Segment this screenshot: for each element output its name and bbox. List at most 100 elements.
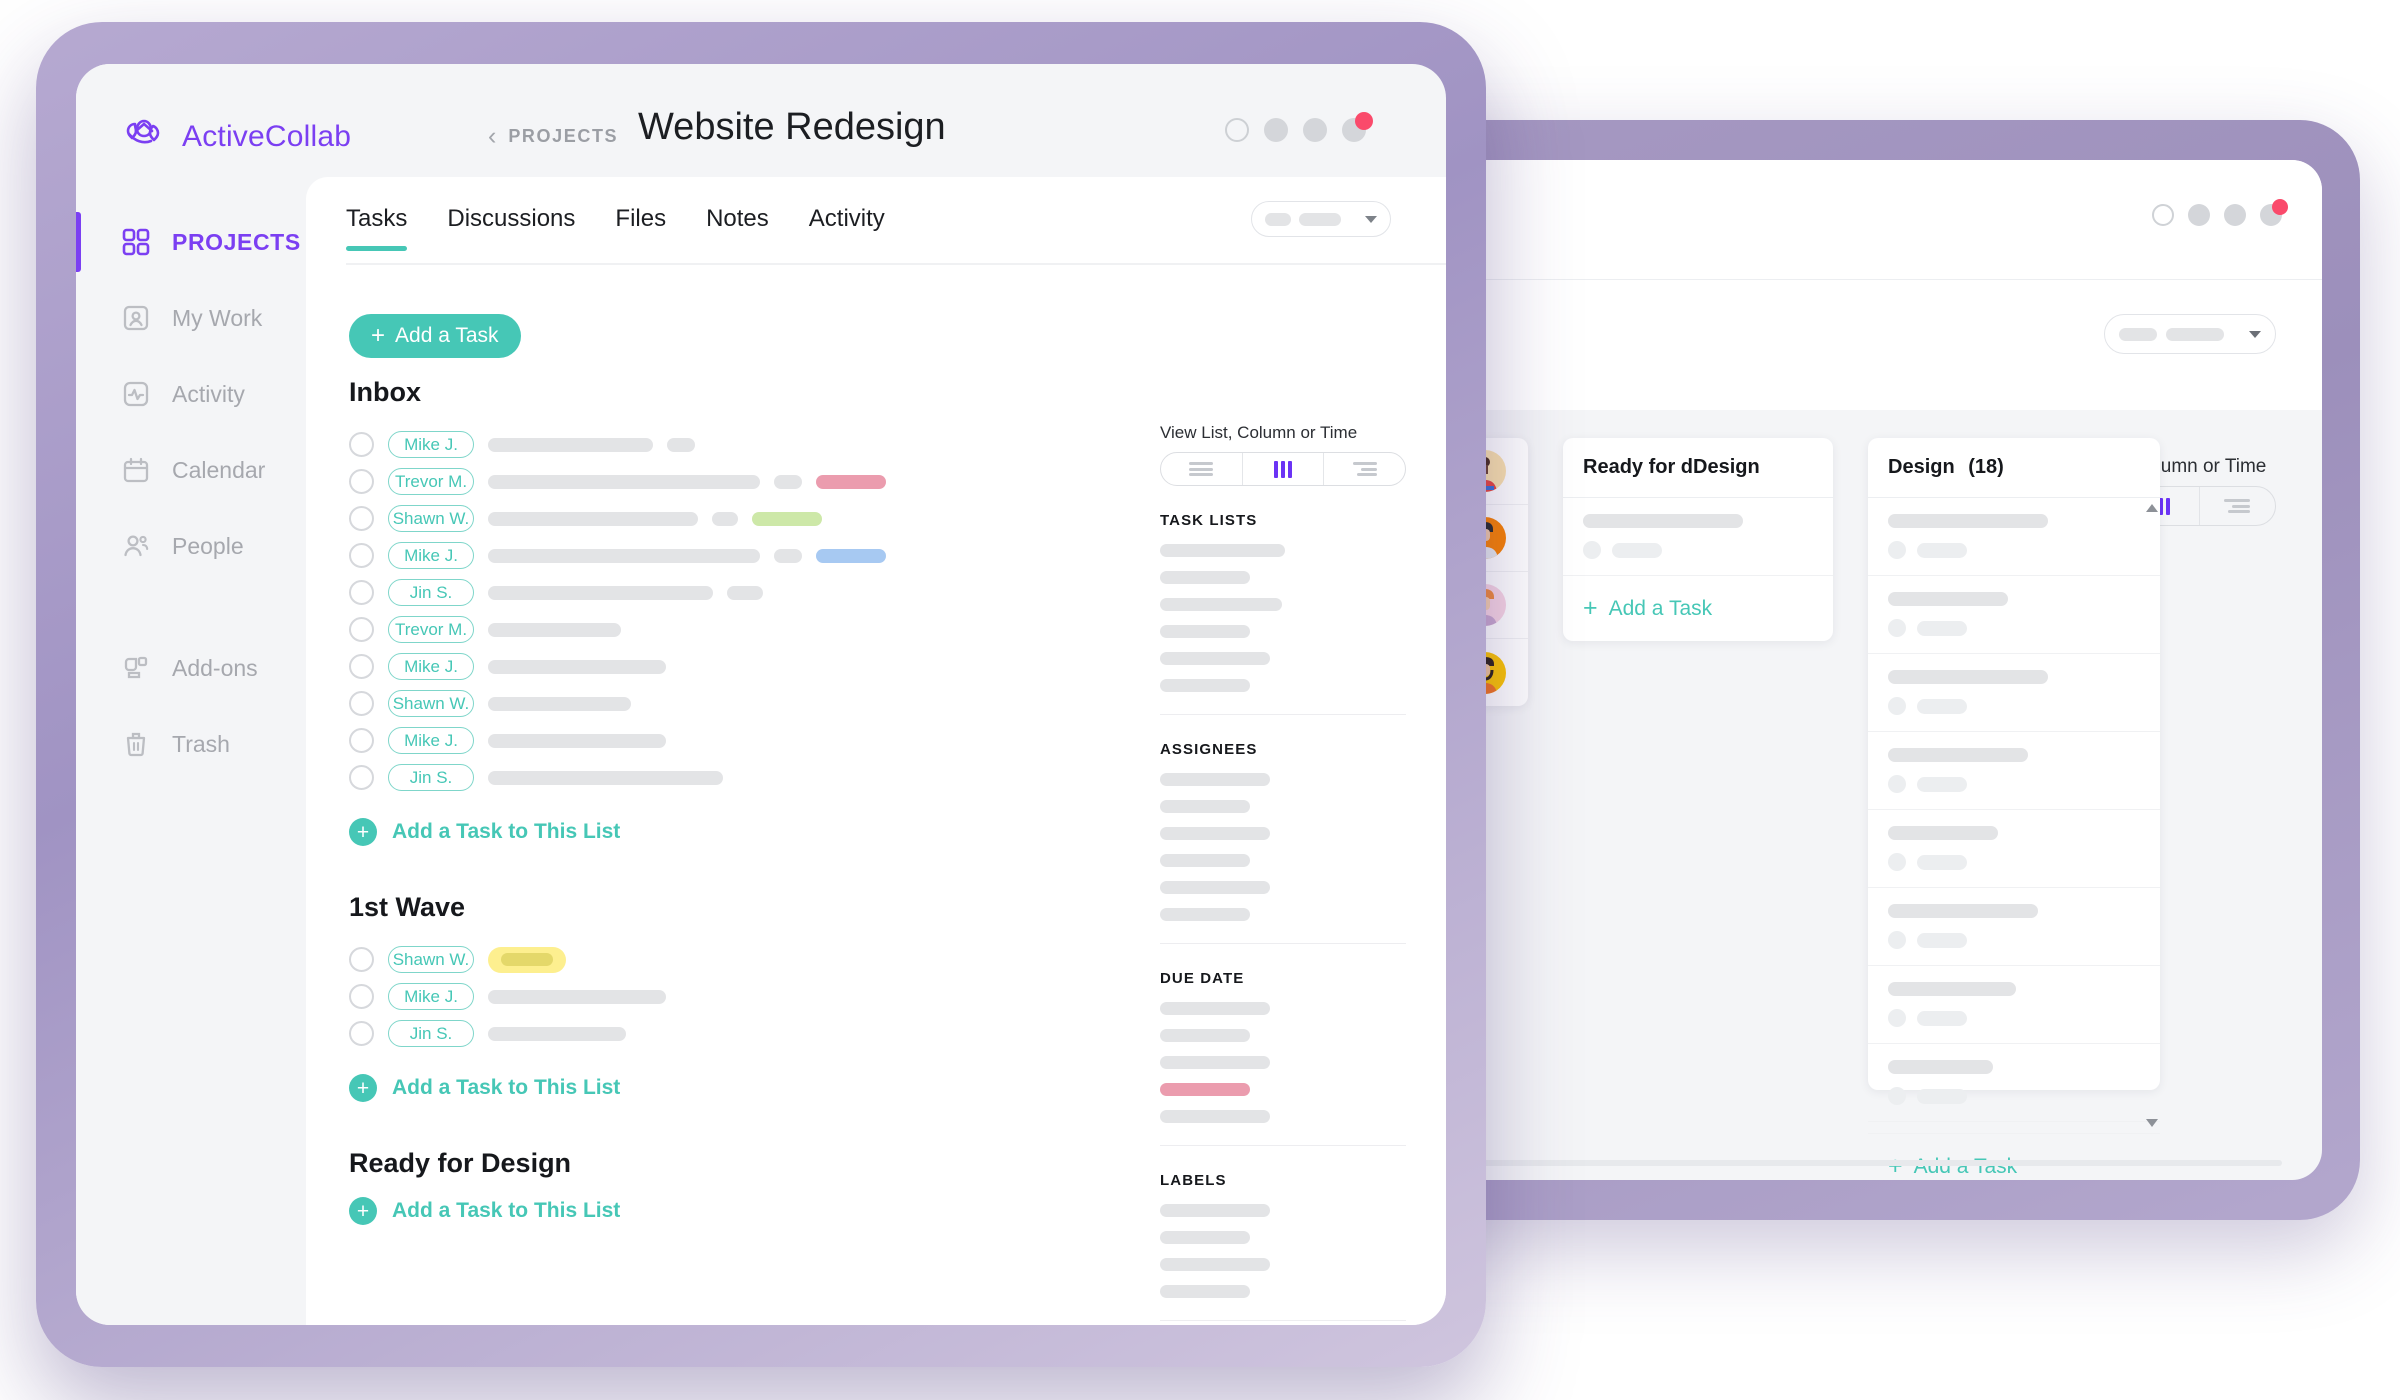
table-row[interactable]: Trevor M. xyxy=(349,463,1066,500)
scroll-down-arrow-icon[interactable] xyxy=(2146,1119,2158,1127)
add-task-to-list-inbox[interactable]: + Add a Task to This List xyxy=(349,818,1066,846)
tab-files[interactable]: Files xyxy=(615,205,666,251)
back-task-card[interactable] xyxy=(1868,966,2160,1044)
scroll-up-arrow-icon[interactable] xyxy=(2146,504,2158,512)
back-task-card[interactable] xyxy=(1868,654,2160,732)
filter-option[interactable] xyxy=(1160,1002,1270,1015)
filter-option[interactable] xyxy=(1160,1204,1270,1217)
filter-option[interactable] xyxy=(1160,1110,1270,1123)
add-task-button[interactable]: + Add a Task xyxy=(349,314,521,358)
assignee-chip[interactable]: Shawn W. xyxy=(388,690,474,717)
task-checkbox[interactable] xyxy=(349,580,374,605)
tab-activity[interactable]: Activity xyxy=(809,205,885,251)
filter-option[interactable] xyxy=(1160,571,1250,584)
assignee-chip[interactable]: Jin S. xyxy=(388,1020,474,1047)
back-task-card[interactable] xyxy=(1868,1122,2160,1133)
table-row[interactable]: Jin S. xyxy=(349,1015,1066,1052)
back-task-card[interactable] xyxy=(1868,888,2160,966)
task-checkbox[interactable] xyxy=(349,947,374,972)
add-task-to-list-1st-wave[interactable]: + Add a Task to This List xyxy=(349,1074,1066,1102)
task-checkbox[interactable] xyxy=(349,506,374,531)
table-row[interactable]: Jin S. xyxy=(349,759,1066,796)
list-view-button[interactable] xyxy=(1161,453,1242,485)
table-row[interactable]: Jin S. xyxy=(349,574,1066,611)
tab-tasks[interactable]: Tasks xyxy=(346,205,408,251)
task-checkbox[interactable] xyxy=(349,765,374,790)
back-task-card[interactable] xyxy=(1868,810,2160,888)
filter-option[interactable] xyxy=(1160,800,1250,813)
filter-option[interactable] xyxy=(1160,598,1282,611)
back-avatar-2[interactable] xyxy=(2188,204,2210,226)
back-task-card[interactable] xyxy=(1563,498,1833,576)
tab-notes[interactable]: Notes xyxy=(706,205,769,251)
filter-option[interactable] xyxy=(1160,679,1250,692)
back-avatar-hollow[interactable] xyxy=(2152,204,2174,226)
task-checkbox[interactable] xyxy=(349,432,374,457)
assignee-chip[interactable]: Shawn W. xyxy=(388,505,474,532)
filter-section-project-progress: PROJECT PROGRESS xyxy=(1160,1320,1406,1325)
filter-option[interactable] xyxy=(1160,1029,1250,1042)
avatar-hollow[interactable] xyxy=(1225,118,1249,142)
task-checkbox[interactable] xyxy=(349,617,374,642)
filter-option[interactable] xyxy=(1160,881,1270,894)
back-add-task-button-1[interactable]: + Add a Task xyxy=(1563,576,1833,641)
table-row[interactable]: Shawn W. xyxy=(349,941,1066,978)
assignee-chip[interactable]: Mike J. xyxy=(388,431,474,458)
filter-option[interactable] xyxy=(1160,1285,1250,1298)
assignee-chip[interactable]: Trevor M. xyxy=(388,468,474,495)
avatar-2[interactable] xyxy=(1264,118,1288,142)
table-row[interactable]: Mike J. xyxy=(349,648,1066,685)
timeline-view-button[interactable] xyxy=(1323,453,1405,485)
filter-option[interactable] xyxy=(1160,854,1250,867)
back-task-card[interactable] xyxy=(1868,498,2160,576)
avatar-4-wrap[interactable] xyxy=(1342,112,1373,142)
back-task-card[interactable] xyxy=(1868,576,2160,654)
back-avatar-3[interactable] xyxy=(2224,204,2246,226)
back-column-scroll-area[interactable] xyxy=(1868,498,2160,1133)
filter-option[interactable] xyxy=(1160,625,1250,638)
back-add-task-button-2[interactable]: + Add a Task xyxy=(1868,1133,2160,1180)
tab-discussions[interactable]: Discussions xyxy=(447,205,575,251)
filter-option[interactable] xyxy=(1160,544,1285,557)
back-avatar-4-wrap[interactable] xyxy=(2260,199,2288,226)
task-checkbox[interactable] xyxy=(349,543,374,568)
table-row[interactable]: Mike J. xyxy=(349,426,1066,463)
assignee-chip[interactable]: Mike J. xyxy=(388,983,474,1010)
header-filter-dropdown[interactable] xyxy=(1251,201,1391,237)
filter-option[interactable] xyxy=(1160,1231,1250,1244)
assignee-chip[interactable]: Mike J. xyxy=(388,653,474,680)
filter-option[interactable] xyxy=(1160,1056,1270,1069)
task-checkbox[interactable] xyxy=(349,469,374,494)
filter-option-selected[interactable] xyxy=(1160,1083,1250,1096)
back-task-card[interactable] xyxy=(1868,732,2160,810)
table-row[interactable]: Trevor M. xyxy=(349,611,1066,648)
filter-option[interactable] xyxy=(1160,827,1270,840)
assignee-chip[interactable]: Mike J. xyxy=(388,727,474,754)
assignee-chip[interactable]: Trevor M. xyxy=(388,616,474,643)
table-row[interactable]: Shawn W. xyxy=(349,500,1066,537)
task-checkbox[interactable] xyxy=(349,691,374,716)
table-row[interactable]: Mike J. xyxy=(349,978,1066,1015)
filter-option[interactable] xyxy=(1160,773,1270,786)
back-filter-dropdown[interactable] xyxy=(2104,314,2276,354)
filter-option[interactable] xyxy=(1160,652,1270,665)
add-task-to-list-ready-for-design[interactable]: + Add a Task to This List xyxy=(349,1197,1066,1225)
filter-option[interactable] xyxy=(1160,1258,1270,1271)
brand-logo[interactable]: ActiveCollab xyxy=(76,64,372,156)
breadcrumb[interactable]: ‹ PROJECTS xyxy=(488,124,618,149)
table-row[interactable]: Shawn W. xyxy=(349,685,1066,722)
avatar-3[interactable] xyxy=(1303,118,1327,142)
table-row[interactable]: Mike J. xyxy=(349,537,1066,574)
task-checkbox[interactable] xyxy=(349,728,374,753)
assignee-chip[interactable]: Jin S. xyxy=(388,579,474,606)
assignee-chip[interactable]: Mike J. xyxy=(388,542,474,569)
table-row[interactable]: Mike J. xyxy=(349,722,1066,759)
assignee-chip[interactable]: Shawn W. xyxy=(388,946,474,973)
task-checkbox[interactable] xyxy=(349,984,374,1009)
assignee-chip[interactable]: Jin S. xyxy=(388,764,474,791)
filter-option[interactable] xyxy=(1160,908,1250,921)
column-view-button[interactable] xyxy=(1241,453,1324,485)
task-checkbox[interactable] xyxy=(349,1021,374,1046)
back-task-card[interactable] xyxy=(1868,1044,2160,1122)
task-checkbox[interactable] xyxy=(349,654,374,679)
